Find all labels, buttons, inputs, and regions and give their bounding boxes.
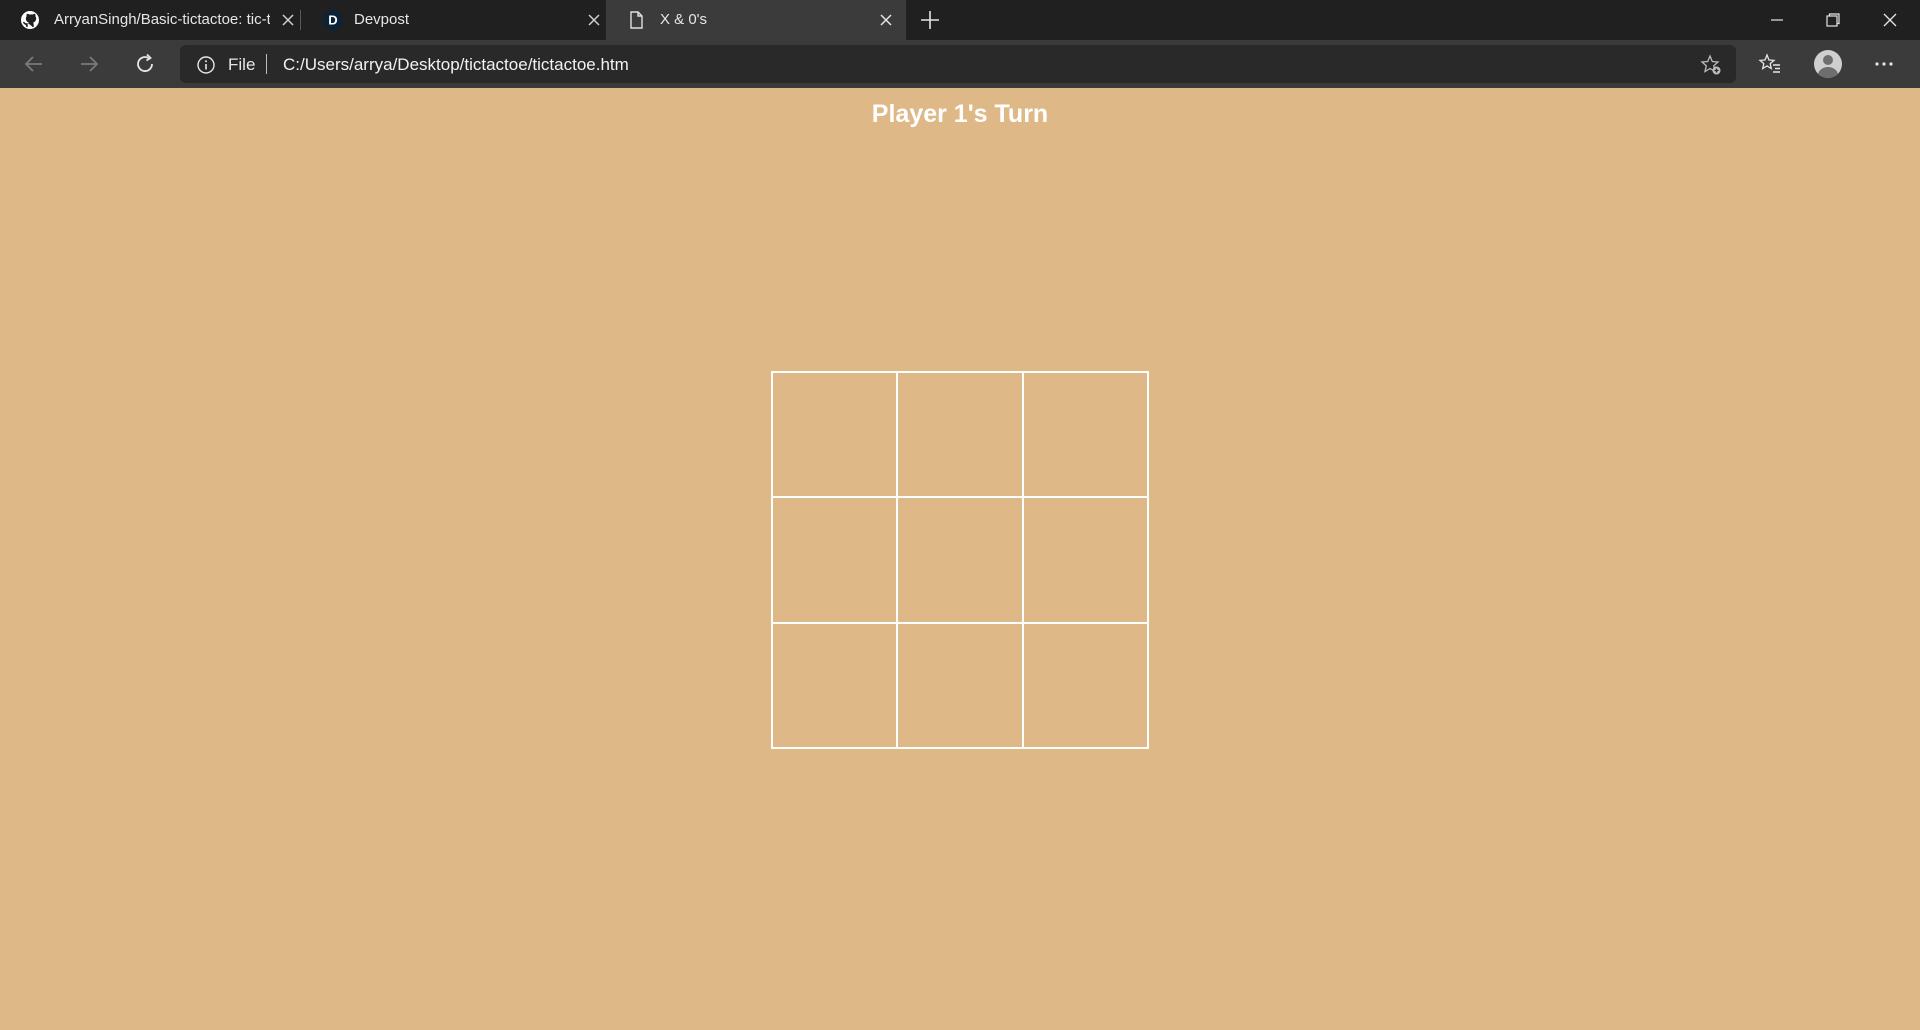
page-icon [626, 10, 646, 30]
tab-title: ArryanSingh/Basic-tictactoe: tic-t [54, 11, 270, 28]
board-cell-6[interactable] [1021, 496, 1149, 624]
refresh-icon[interactable] [131, 50, 159, 78]
github-icon [20, 10, 40, 30]
board-cell-2[interactable] [896, 371, 1024, 499]
tab-strip: ArryanSingh/Basic-tictactoe: tic-t D Dev… [0, 0, 1920, 40]
board-cell-8[interactable] [896, 621, 1024, 749]
board-cell-4[interactable] [771, 496, 899, 624]
avatar-head [1823, 55, 1833, 65]
tab-title: X & 0's [660, 11, 708, 28]
board-cell-3[interactable] [1021, 371, 1149, 499]
close-tab-icon[interactable] [586, 12, 602, 28]
url-text[interactable]: C:/Users/arrya/Desktop/tictactoe/tictact… [283, 55, 629, 75]
tab-divider [300, 10, 301, 30]
board-cell-5[interactable] [896, 496, 1024, 624]
add-favorite-icon[interactable] [1700, 54, 1722, 76]
board-cell-9[interactable] [1021, 621, 1149, 749]
favorites-icon[interactable] [1758, 52, 1782, 76]
board-cell-1[interactable] [771, 371, 899, 499]
turn-status: Player 1's Turn [871, 100, 1049, 128]
address-divider [266, 54, 267, 74]
profile-avatar[interactable] [1814, 50, 1842, 78]
browser-toolbar: File C:/Users/arrya/Desktop/tictactoe/ti… [0, 40, 1920, 88]
devpost-icon: D [322, 9, 344, 31]
forward-arrow-icon[interactable] [75, 50, 103, 78]
tab-x-and-os[interactable]: X & 0's [606, 0, 906, 40]
back-arrow-icon[interactable] [20, 50, 48, 78]
new-tab-icon[interactable] [918, 8, 942, 32]
close-window-icon[interactable] [1862, 0, 1918, 40]
more-options-icon[interactable] [1872, 52, 1896, 76]
avatar-body [1818, 67, 1838, 78]
tab-github[interactable]: ArryanSingh/Basic-tictactoe: tic-t [0, 0, 301, 40]
board-cell-7[interactable] [771, 621, 899, 749]
close-tab-icon[interactable] [878, 12, 894, 28]
devpost-letter: D [328, 13, 337, 28]
site-info-label[interactable]: File [228, 55, 255, 75]
tab-devpost[interactable]: D Devpost [308, 0, 606, 40]
close-tab-icon[interactable] [280, 12, 296, 28]
minimize-icon[interactable] [1749, 0, 1805, 40]
address-bar[interactable]: File C:/Users/arrya/Desktop/tictactoe/ti… [180, 45, 1736, 83]
info-icon[interactable] [196, 55, 216, 75]
page-content: Player 1's Turn [0, 88, 1920, 1030]
game-board [771, 371, 1149, 749]
tab-title: Devpost [354, 11, 410, 28]
restore-icon[interactable] [1805, 0, 1861, 40]
